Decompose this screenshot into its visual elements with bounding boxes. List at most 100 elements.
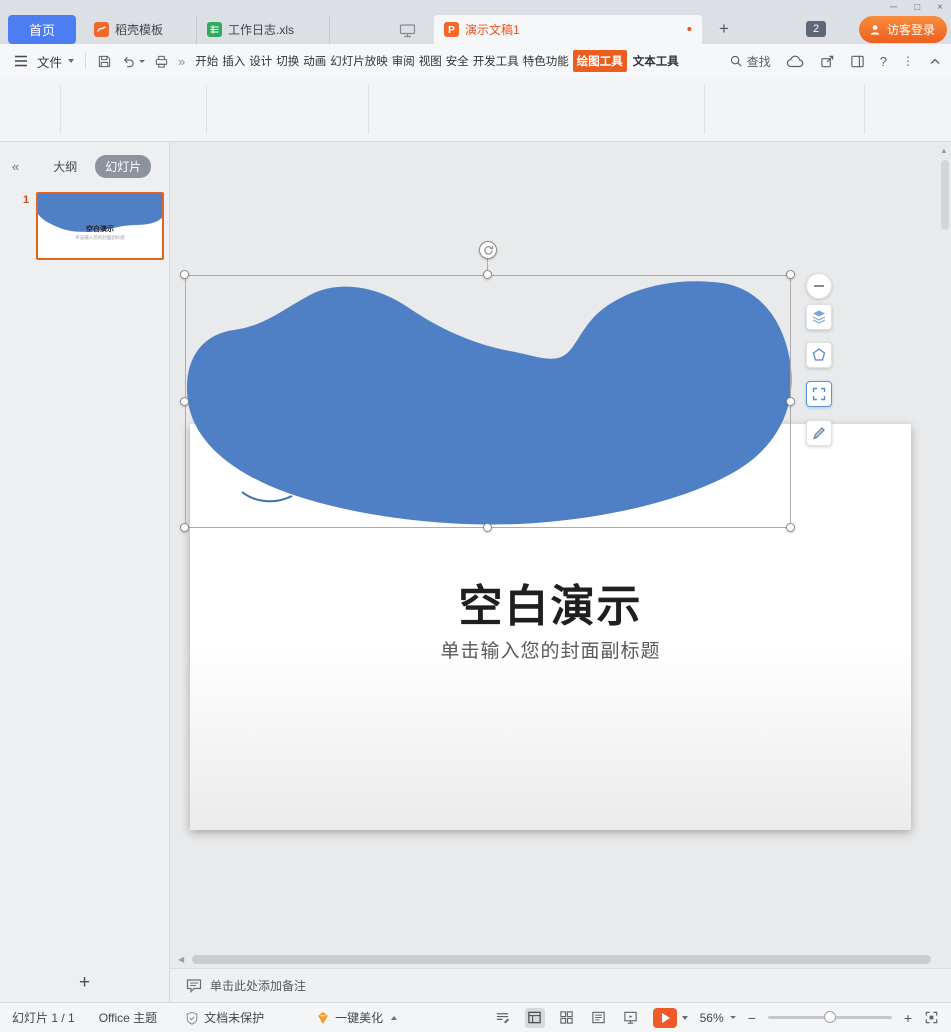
tab-security[interactable]: 安全 <box>444 50 471 72</box>
horizontal-scrollbar[interactable]: ◀ <box>178 954 935 965</box>
protection-status[interactable]: 文档未保护 <box>185 1009 264 1026</box>
chevron-down-icon <box>68 59 74 63</box>
zoom-level[interactable]: 56% <box>700 1011 736 1025</box>
resize-handle-sw[interactable] <box>180 523 189 532</box>
undo-icon <box>121 54 136 69</box>
tab-outline[interactable]: 大纲 <box>43 155 87 178</box>
cloud-sync-icon[interactable] <box>786 54 805 68</box>
ribbon-tab-bar: 开始 插入 设计 切换 动画 幻灯片放映 审阅 视图 安全 开发工具 特色功能 … <box>193 50 683 72</box>
reading-view-button[interactable] <box>589 1008 609 1028</box>
share-icon[interactable] <box>820 54 835 69</box>
search-icon <box>729 54 743 68</box>
tab-slideshow[interactable]: 幻灯片放映 <box>328 50 390 72</box>
rotate-shape-button[interactable] <box>806 342 832 368</box>
play-slideshow-button[interactable] <box>653 1008 688 1028</box>
notes-bar[interactable]: 单击此处添加备注 <box>170 968 951 1002</box>
task-pane-icon[interactable] <box>850 54 865 69</box>
tab-start[interactable]: 开始 <box>193 50 220 72</box>
slide-title[interactable]: 空白演示 <box>190 570 911 634</box>
tab-text-tools[interactable]: 文本工具 <box>629 50 683 72</box>
guest-login-button[interactable]: 访客登录 <box>859 16 947 43</box>
vertical-scroll-thumb[interactable] <box>941 160 949 230</box>
tab-developer[interactable]: 开发工具 <box>471 50 521 72</box>
presenter-view-button[interactable] <box>621 1008 641 1028</box>
tab-review[interactable]: 审阅 <box>390 50 417 72</box>
screen-share-icon[interactable] <box>399 23 416 38</box>
maximize-icon[interactable]: □ <box>914 2 920 13</box>
selection-frame-icon <box>811 386 827 402</box>
layer-order-button[interactable] <box>806 304 832 330</box>
vertical-scrollbar[interactable]: ▲ <box>938 146 950 155</box>
zoom-slider-thumb[interactable] <box>824 1011 836 1023</box>
tab-view[interactable]: 视图 <box>417 50 444 72</box>
help-icon[interactable]: ? <box>880 54 887 69</box>
resize-handle-ne[interactable] <box>786 270 795 279</box>
scroll-left-icon: ◀ <box>178 955 184 964</box>
zoom-slider[interactable] <box>768 1016 892 1019</box>
resize-handle-e[interactable] <box>786 397 795 406</box>
docer-icon <box>94 22 109 37</box>
theme-indicator[interactable]: Office 主题 <box>99 1009 157 1026</box>
plus-icon: + <box>79 972 90 993</box>
notes-toggle-button[interactable] <box>493 1008 513 1028</box>
collapse-ribbon-icon[interactable] <box>929 57 941 65</box>
file-menu[interactable]: 文件 <box>37 52 74 71</box>
minus-icon <box>814 285 824 287</box>
slide-thumbnail[interactable]: 空白演示 单击输入您的封面副标题 <box>36 192 164 260</box>
fit-slide-icon[interactable] <box>924 1010 939 1025</box>
new-tab-button[interactable]: + <box>712 17 736 41</box>
divider <box>206 85 207 134</box>
message-count-badge[interactable]: 2 <box>806 21 826 37</box>
zoom-in-button[interactable]: + <box>904 1010 912 1026</box>
collapse-panel-icon[interactable]: « <box>12 159 19 174</box>
divider <box>368 85 369 134</box>
tab-spreadsheet-worklog[interactable]: 工作日志.xls <box>197 15 330 44</box>
tab-drawing-tools[interactable]: 绘图工具 <box>573 50 627 72</box>
home-tab[interactable]: 首页 <box>8 15 76 44</box>
print-icon[interactable] <box>154 54 169 69</box>
shield-icon <box>185 1011 199 1025</box>
rotate-icon <box>483 245 494 256</box>
crop-select-button[interactable] <box>806 381 832 407</box>
hamburger-menu-icon[interactable] <box>14 55 28 67</box>
collapse-toolbar-button[interactable] <box>806 273 832 299</box>
tab-docer-templates[interactable]: 稻壳模板 <box>84 15 197 44</box>
more-commands-icon[interactable]: » <box>178 54 185 69</box>
selected-shape[interactable] <box>180 240 810 540</box>
normal-view-button[interactable] <box>525 1008 545 1028</box>
tab-design[interactable]: 设计 <box>247 50 274 72</box>
more-menu-icon[interactable]: ⋮ <box>902 54 914 68</box>
tab-transition[interactable]: 切换 <box>274 50 301 72</box>
resize-handle-w[interactable] <box>180 397 189 406</box>
rotation-handle[interactable] <box>479 241 497 259</box>
format-brush-button[interactable] <box>806 420 832 446</box>
tab-animation[interactable]: 动画 <box>301 50 328 72</box>
tab-label: 演示文稿1 <box>465 21 520 38</box>
zoom-out-button[interactable]: − <box>748 1010 756 1026</box>
slide-sorter-view-button[interactable] <box>557 1008 577 1028</box>
spreadsheet-icon <box>207 22 222 37</box>
slide-subtitle[interactable]: 单击输入您的封面副标题 <box>190 636 911 663</box>
menubar: 文件 » 开始 插入 设计 切换 动画 幻灯片放映 审阅 视图 安全 开发工具 … <box>0 44 951 78</box>
tab-presentation1[interactable]: P 演示文稿1 • <box>434 15 702 44</box>
tab-insert[interactable]: 插入 <box>220 50 247 72</box>
horizontal-scroll-thumb[interactable] <box>192 955 931 964</box>
chevron-up-icon <box>391 1016 397 1020</box>
slide-canvas[interactable]: 空白演示 单击输入您的封面副标题 <box>170 142 951 968</box>
add-slide-button[interactable]: + <box>0 972 169 994</box>
undo-button[interactable] <box>121 54 145 69</box>
tab-label: 工作日志.xls <box>228 21 294 38</box>
resize-handle-s[interactable] <box>483 523 492 532</box>
beautify-button[interactable]: 一键美化 <box>316 1009 397 1026</box>
play-icon <box>653 1008 677 1028</box>
tab-slides[interactable]: 幻灯片 <box>95 155 151 178</box>
tab-special-features[interactable]: 特色功能 <box>521 50 571 72</box>
minimize-icon[interactable]: ─ <box>890 2 897 13</box>
close-icon[interactable]: × <box>937 2 943 13</box>
resize-handle-nw[interactable] <box>180 270 189 279</box>
unsaved-indicator: • <box>687 22 692 37</box>
find-button[interactable]: 查找 <box>729 53 771 70</box>
resize-handle-se[interactable] <box>786 523 795 532</box>
save-icon[interactable] <box>97 54 112 69</box>
resize-handle-n[interactable] <box>483 270 492 279</box>
